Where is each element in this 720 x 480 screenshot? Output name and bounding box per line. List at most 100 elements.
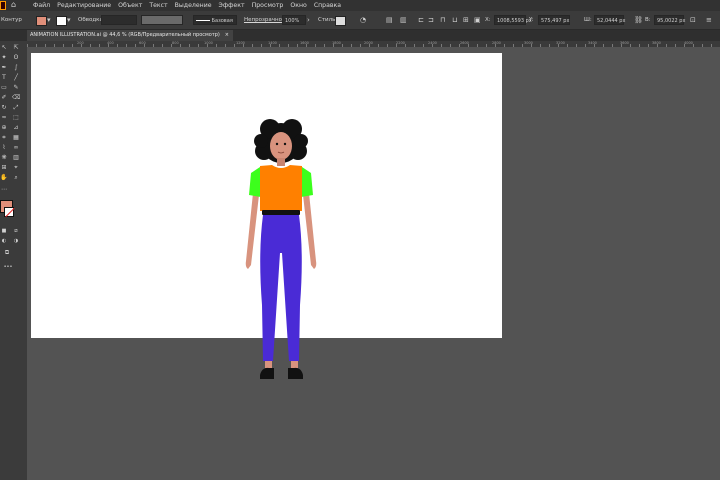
screen-mode-icon[interactable]: ⧉	[0, 249, 14, 257]
chevron-right-icon[interactable]: ›	[307, 11, 310, 29]
document-tab-bar: ANIMATION ILLUSTRATION.ai @ 44,6 % (RGB/…	[0, 30, 720, 41]
control-bar: Контур ▾ ▾ Обводка: Базовая Непрозрачнос…	[0, 11, 720, 30]
eraser-tool-icon[interactable]: ⌫	[12, 94, 20, 102]
menu-effect[interactable]: Эффект	[219, 0, 245, 11]
ruler-label: 2000	[364, 41, 373, 45]
stroke-color-swatch[interactable]	[4, 207, 14, 217]
opacity-field[interactable]: 100%	[282, 15, 306, 25]
recolor-icon[interactable]: ◔	[360, 11, 366, 29]
eyedropper-tool-icon[interactable]: ⌇	[0, 144, 8, 152]
none-mode-icon[interactable]: ⧄	[12, 227, 20, 235]
left-ankle	[265, 361, 272, 368]
symbol-sprayer-tool-icon[interactable]: ❋	[0, 154, 8, 162]
reference-point-icon[interactable]: ▣	[474, 11, 481, 29]
more-options-icon[interactable]: ≡	[706, 11, 712, 29]
direct-selection-tool-icon[interactable]: ⇱	[12, 44, 20, 52]
type-tool-icon[interactable]: T	[0, 74, 8, 82]
brush-label: Базовая	[211, 18, 233, 24]
slice-tool-icon[interactable]: ⌖	[12, 164, 20, 172]
left-sleeve	[249, 167, 261, 197]
curvature-tool-icon[interactable]: ∫	[12, 64, 20, 72]
context-label: Контур	[1, 17, 22, 23]
ruler-label: 2600	[460, 41, 469, 45]
menu-help[interactable]: Справка	[314, 0, 341, 11]
menu-items: Файл Редактирование Объект Текст Выделен…	[33, 0, 341, 11]
align-icon[interactable]: ▤	[386, 11, 393, 29]
artboard-tool-icon[interactable]: ⊞	[0, 164, 8, 172]
brush-field[interactable]: Базовая	[193, 15, 237, 25]
horizontal-ruler[interactable]: 200 400 600 800 1000 1200 1400 1600 1800…	[27, 41, 720, 47]
transform-icon[interactable]: ▥	[400, 11, 407, 29]
close-icon[interactable]: ×	[225, 30, 229, 41]
distribute-icon[interactable]: ⊞	[463, 11, 469, 29]
zoom-tool-icon[interactable]: ⌕	[12, 174, 20, 182]
ruler-label: 400	[107, 41, 114, 45]
edit-toolbar-icon[interactable]: ⋯	[0, 186, 8, 194]
line-tool-icon[interactable]: ╱	[12, 74, 20, 82]
shape-builder-tool-icon[interactable]: ⊕	[0, 124, 8, 132]
menu-window[interactable]: Окно	[290, 0, 306, 11]
woman-illustration[interactable]	[236, 113, 326, 383]
menu-type[interactable]: Текст	[149, 0, 167, 11]
lasso-tool-icon[interactable]: ʘ	[12, 54, 20, 62]
magic-wand-tool-icon[interactable]: ✦	[0, 54, 8, 62]
menu-bar: ⌂ Файл Редактирование Объект Текст Выдел…	[0, 0, 720, 11]
color-mode-icon[interactable]: ■	[0, 227, 8, 235]
draw-inside-icon[interactable]: ◑	[12, 237, 20, 245]
app-logo[interactable]	[0, 1, 6, 10]
align-right-icon[interactable]: ⊓	[440, 11, 445, 29]
ruler-label: 3600	[620, 41, 629, 45]
x-label: X:	[485, 17, 491, 23]
y-field[interactable]: 575,497 px	[538, 15, 570, 25]
paintbrush-tool-icon[interactable]: ✎	[12, 84, 20, 92]
menu-view[interactable]: Просмотр	[252, 0, 284, 11]
align-left-icon[interactable]: ⊏	[418, 11, 424, 29]
width-field[interactable]: 52,0444 px	[594, 15, 625, 25]
blend-tool-icon[interactable]: ∞	[12, 144, 20, 152]
more-tools-icon[interactable]: •••	[0, 263, 16, 271]
align-top-icon[interactable]: ⊔	[452, 11, 457, 29]
draw-mode-icon[interactable]: ◐	[0, 237, 8, 245]
height-field[interactable]: 95,0022 px	[654, 15, 685, 25]
document-tab[interactable]: ANIMATION ILLUSTRATION.ai @ 44,6 % (RGB/…	[27, 30, 233, 41]
variable-width-field[interactable]	[141, 15, 183, 25]
rectangle-tool-icon[interactable]: ▭	[0, 84, 8, 92]
artboard[interactable]	[31, 53, 502, 379]
selection-tool-icon[interactable]: ↖	[0, 44, 8, 52]
shaper-tool-icon[interactable]: ✐	[0, 94, 8, 102]
align-center-icon[interactable]: ⊐	[428, 11, 434, 29]
scale-tool-icon[interactable]: ⤢	[12, 104, 20, 112]
fill-swatch-control[interactable]	[36, 16, 47, 26]
chevron-down-icon[interactable]: ▾	[47, 11, 51, 29]
transform-panel-icon[interactable]: ⊡	[690, 11, 696, 29]
x-field[interactable]: 1008,5593 px	[494, 15, 532, 25]
style-swatch[interactable]	[335, 16, 346, 26]
pen-tool-icon[interactable]: ✒	[0, 64, 8, 72]
y-label: Y:	[529, 17, 534, 23]
rotate-tool-icon[interactable]: ↻	[0, 104, 8, 112]
ruler-label: 1400	[268, 41, 277, 45]
link-icon[interactable]: ⛓	[634, 11, 643, 29]
ruler-label: 3000	[524, 41, 533, 45]
menu-select[interactable]: Выделение	[175, 0, 212, 11]
menu-object[interactable]: Объект	[118, 0, 142, 11]
right-shoe	[288, 367, 303, 379]
hand-tool-icon[interactable]: ✋	[0, 174, 8, 182]
stroke-weight-field[interactable]	[101, 15, 137, 25]
mesh-tool-icon[interactable]: ⌗	[0, 134, 8, 142]
menu-file[interactable]: Файл	[33, 0, 50, 11]
brush-stroke-icon	[196, 20, 210, 21]
gradient-tool-icon[interactable]: ▦	[12, 134, 20, 142]
perspective-grid-tool-icon[interactable]: ⊿	[12, 124, 20, 132]
stroke-swatch-control[interactable]	[56, 16, 67, 26]
free-transform-tool-icon[interactable]: ⬚	[12, 114, 20, 122]
column-graph-tool-icon[interactable]: ▥	[12, 154, 20, 162]
menu-edit[interactable]: Редактирование	[57, 0, 111, 11]
ruler-label: 2200	[396, 41, 405, 45]
ruler-label: 1600	[300, 41, 309, 45]
right-ankle	[291, 361, 298, 368]
home-icon[interactable]: ⌂	[11, 1, 19, 9]
right-sleeve	[301, 167, 313, 197]
width-tool-icon[interactable]: ≈	[0, 114, 8, 122]
chevron-down-icon[interactable]: ▾	[67, 11, 71, 29]
